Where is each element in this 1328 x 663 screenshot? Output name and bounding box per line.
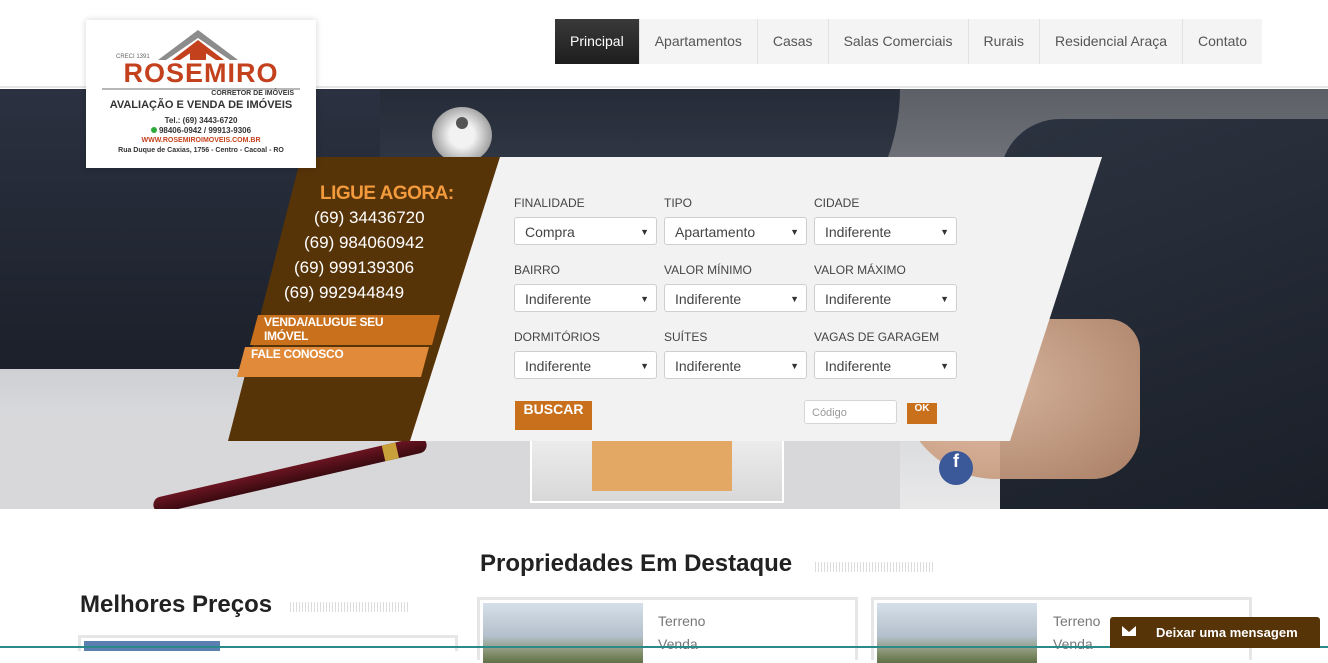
featured-card-1[interactable]: Terreno Venda: [477, 597, 858, 663]
logo-tagline: AVALIAÇÃO E VENDA DE IMÓVEIS: [109, 99, 293, 111]
label-vagas-garagem: VAGAS DE GARAGEM: [814, 330, 940, 344]
dropdown-arrow-icon: ▼: [640, 227, 649, 237]
leave-message-button[interactable]: Deixar uma mensagem: [1110, 617, 1320, 648]
dropdown-arrow-icon: ▼: [790, 294, 799, 304]
nav-item-salas-comerciais[interactable]: Salas Comerciais: [829, 19, 969, 64]
logo-subtitle: CORRETOR DE IMÓVEIS: [211, 90, 294, 97]
property-thumbnail: [483, 603, 643, 663]
dropdown-arrow-icon: ▼: [790, 361, 799, 371]
select-valor-maximo-value: Indiferente: [825, 291, 892, 307]
select-cidade[interactable]: Indiferente ▼: [814, 217, 957, 245]
phone-2[interactable]: (69) 984060942: [304, 233, 424, 253]
logo-name: ROSEMIRO: [123, 58, 279, 88]
select-valor-minimo[interactable]: Indiferente ▼: [664, 284, 807, 312]
select-bairro[interactable]: Indiferente ▼: [514, 284, 657, 312]
dropdown-arrow-icon: ▼: [940, 361, 949, 371]
sell-rent-button[interactable]: VENDA/ALUGUE SEU IMÓVEL: [250, 315, 440, 345]
dropdown-arrow-icon: ▼: [940, 227, 949, 237]
nav-item-rurais[interactable]: Rurais: [969, 19, 1040, 64]
call-now-heading: LIGUE AGORA:: [320, 183, 454, 204]
property-type: Terreno: [658, 613, 706, 629]
dropdown-arrow-icon: ▼: [640, 361, 649, 371]
phone-3[interactable]: (69) 999139306: [294, 258, 414, 278]
label-cidade: CIDADE: [814, 196, 860, 210]
key-image: [432, 107, 492, 163]
select-valor-maximo[interactable]: Indiferente ▼: [814, 284, 957, 312]
logo-tel: Tel.: (69) 3443-6720: [164, 116, 238, 125]
label-valor-maximo: VALOR MÁXIMO: [814, 263, 906, 277]
site-logo[interactable]: CRECI 1391 ROSEMIRO CORRETOR DE IMÓVEIS …: [86, 20, 316, 168]
best-price-card[interactable]: [78, 635, 458, 651]
nav-item-contato[interactable]: Contato: [1183, 19, 1262, 64]
nav-item-principal[interactable]: Principal: [555, 19, 640, 64]
nav-item-apartamentos[interactable]: Apartamentos: [640, 19, 758, 64]
contact-us-button[interactable]: FALE CONOSCO: [237, 347, 429, 377]
code-input[interactable]: Código: [804, 400, 897, 424]
select-finalidade-value: Compra: [525, 224, 575, 240]
label-finalidade: FINALIDADE: [514, 196, 585, 210]
house-roof-icon: [158, 30, 238, 60]
select-tipo-value: Apartamento: [675, 224, 756, 240]
featured-title: Propriedades Em Destaque: [480, 550, 793, 577]
select-vagas-garagem[interactable]: Indiferente ▼: [814, 351, 957, 379]
select-bairro-value: Indiferente: [525, 291, 592, 307]
best-prices-title: Melhores Preços: [80, 591, 273, 618]
facebook-icon[interactable]: f: [939, 451, 973, 485]
select-suites[interactable]: Indiferente ▼: [664, 351, 807, 379]
logo-cell-text: 98406-0942 / 99913-9306: [158, 126, 252, 135]
whatsapp-icon: [150, 127, 157, 133]
dropdown-arrow-icon: ▼: [790, 227, 799, 237]
select-dormitorios-value: Indiferente: [525, 358, 592, 374]
phone-1[interactable]: (69) 34436720: [314, 208, 425, 228]
select-vagas-garagem-value: Indiferente: [825, 358, 892, 374]
code-ok-button[interactable]: OK: [907, 403, 937, 424]
select-valor-minimo-value: Indiferente: [675, 291, 742, 307]
phone-4[interactable]: (69) 992944849: [284, 283, 404, 303]
logo-address: Rua Duque de Caxias, 1756 - Centro - Cac…: [118, 147, 284, 154]
logo-cell: 98406-0942 / 99913-9306: [86, 126, 316, 135]
label-bairro: BAIRRO: [514, 263, 561, 277]
select-cidade-value: Indiferente: [825, 224, 892, 240]
label-dormitorios: DORMITÓRIOS: [514, 330, 600, 344]
label-suites: SUÍTES: [664, 330, 708, 344]
featured-title-decoration: [815, 562, 935, 572]
nav-item-residencial-araca[interactable]: Residencial Araça: [1040, 19, 1184, 64]
best-prices-title-decoration: [290, 602, 410, 612]
property-status: Venda: [1053, 636, 1093, 652]
main-nav: Principal Apartamentos Casas Salas Comer…: [555, 19, 1263, 64]
label-valor-minimo: VALOR MÍNIMO: [664, 263, 752, 277]
dropdown-arrow-icon: ▼: [640, 294, 649, 304]
label-tipo: TIPO: [664, 196, 693, 210]
envelope-icon: [1122, 626, 1136, 636]
search-button[interactable]: BUSCAR: [515, 401, 592, 430]
dropdown-arrow-icon: ▼: [940, 294, 949, 304]
select-finalidade[interactable]: Compra ▼: [514, 217, 657, 245]
select-suites-value: Indiferente: [675, 358, 742, 374]
property-status: Venda: [658, 636, 698, 652]
leave-message-label: Deixar uma mensagem: [1156, 625, 1298, 640]
select-dormitorios[interactable]: Indiferente ▼: [514, 351, 657, 379]
property-type: Terreno: [1053, 613, 1101, 629]
nav-item-casas[interactable]: Casas: [758, 19, 829, 64]
select-tipo[interactable]: Apartamento ▼: [664, 217, 807, 245]
property-thumbnail: [877, 603, 1037, 663]
logo-website: WWW.ROSEMIROIMOVEIS.COM.BR: [141, 137, 261, 144]
